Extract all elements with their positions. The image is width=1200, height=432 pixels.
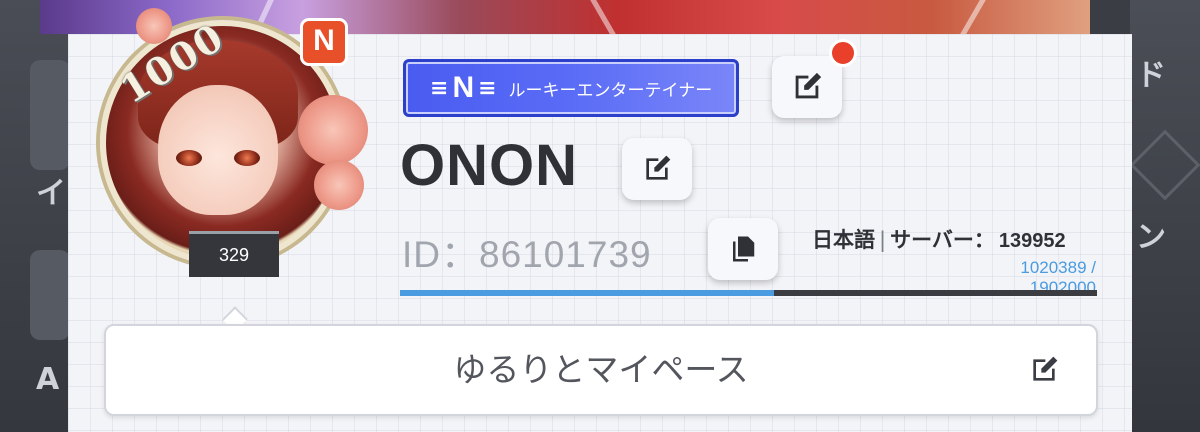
n-rank-badge: N [300, 18, 348, 66]
server-number: 139952 [998, 230, 1066, 252]
background-tile [30, 60, 70, 170]
comment-text: ゆるりとマイペース [453, 350, 749, 389]
player-name: ONON [400, 133, 578, 198]
background-fragment-text: A [36, 362, 60, 397]
background-fragment-text: イ [36, 176, 66, 211]
title-button[interactable]: ≡ N ≡ ルーキーエンターテイナー [403, 59, 739, 117]
language-server-info: 日本語 | サーバー： 139952 [812, 224, 1066, 254]
level-badge: 329 [189, 231, 279, 277]
background-fragment-text: ド [1136, 58, 1166, 93]
edit-icon [795, 72, 822, 99]
background-fragment-text: ン [1136, 220, 1166, 255]
avatar-eye [176, 150, 202, 166]
copy-icon [733, 236, 755, 262]
separator: | [879, 228, 887, 252]
edit-title-button[interactable] [772, 56, 842, 118]
title-label: ルーキーエンターテイナー [508, 80, 713, 101]
avatar-eye [234, 150, 260, 166]
edit-comment-button[interactable] [1026, 352, 1062, 388]
exp-progress-bar [400, 290, 1097, 296]
rose-decoration [314, 160, 364, 210]
notification-dot [829, 39, 857, 67]
title-emblem: N [452, 71, 475, 104]
edit-icon [646, 155, 671, 180]
background-arrow [1129, 129, 1200, 201]
language-label: 日本語 [812, 228, 875, 252]
exp-progress-fill [400, 290, 774, 296]
edit-name-button[interactable] [622, 138, 692, 200]
background-tile [30, 250, 70, 340]
wing-icon: ≡ [478, 75, 497, 101]
background-right-panel: ド ン [1129, 0, 1200, 432]
background-left-panel: イ A [0, 0, 70, 432]
player-id: ID：86101739 [402, 234, 652, 275]
avatar-face [158, 85, 278, 215]
rose-decoration [298, 95, 368, 165]
wing-icon: ≡ [430, 75, 449, 101]
server-label: サーバー： [890, 228, 995, 252]
comment-box[interactable]: ゆるりとマイペース [104, 324, 1098, 416]
copy-id-button[interactable] [708, 218, 778, 280]
edit-icon [1033, 356, 1058, 381]
